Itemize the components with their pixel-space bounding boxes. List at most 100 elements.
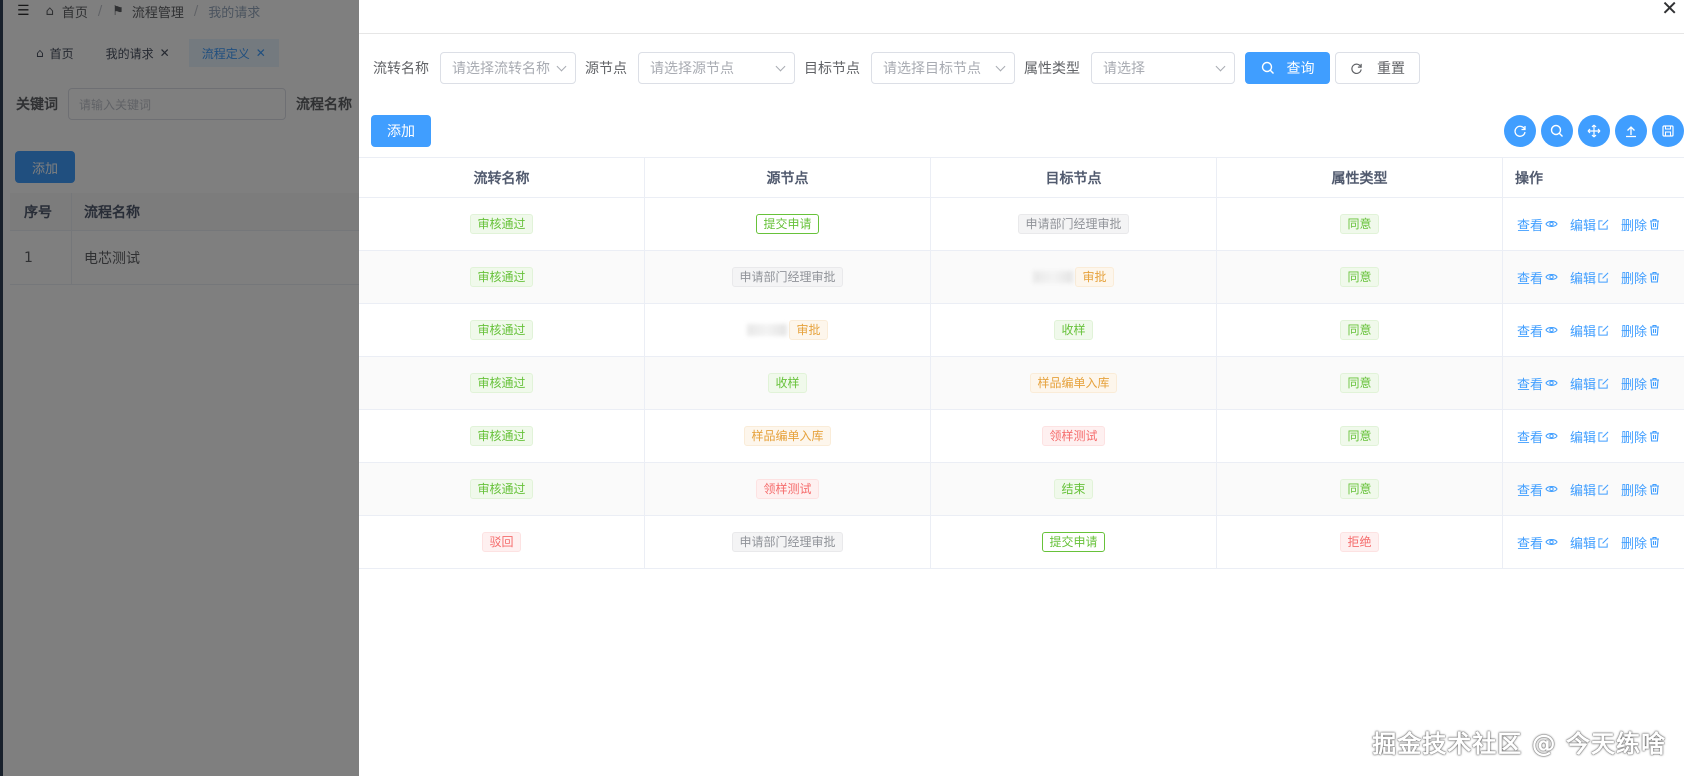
trash-icon bbox=[1650, 271, 1660, 283]
column-header: 操作 bbox=[1515, 170, 1543, 187]
column-header: 属性类型 bbox=[1217, 158, 1503, 197]
column-header: 目标节点 bbox=[931, 158, 1217, 197]
edit-button[interactable]: 编辑 bbox=[1570, 374, 1609, 393]
target-tag: 提交申请 bbox=[1042, 532, 1105, 552]
trash-icon bbox=[1650, 218, 1660, 230]
edit-icon bbox=[1598, 219, 1609, 230]
source-node-select[interactable]: 请选择源节点 bbox=[638, 52, 795, 84]
refresh-button[interactable] bbox=[1504, 115, 1536, 147]
move-button[interactable] bbox=[1578, 115, 1610, 147]
edit-button[interactable]: 编辑 bbox=[1570, 215, 1609, 234]
table-cell: 样品编单入库 bbox=[931, 357, 1217, 409]
table-row[interactable]: 审核通过 审批 收样 同意 查看 编辑 删除 bbox=[359, 304, 1684, 357]
view-button[interactable]: 查看 bbox=[1517, 268, 1558, 287]
type-tag: 同意 bbox=[1340, 373, 1379, 393]
filter-label: 目标节点 bbox=[804, 61, 860, 77]
column-header: 流转名称 bbox=[359, 158, 645, 197]
edit-label: 编辑 bbox=[1570, 218, 1597, 234]
transition-drawer: ✕ 流转名称 请选择流转名称 源节点 请选择源节点 目标节点 请选择目标节点 属… bbox=[359, 0, 1684, 776]
table-row[interactable]: 审核通过 领样测试 结束 同意 查看 编辑 删除 bbox=[359, 463, 1684, 516]
type-tag: 同意 bbox=[1340, 267, 1379, 287]
view-button[interactable]: 查看 bbox=[1517, 215, 1558, 234]
chevron-down-icon bbox=[995, 61, 1006, 71]
eye-icon bbox=[1545, 274, 1558, 280]
select-placeholder: 请选择源节点 bbox=[650, 61, 734, 77]
actions-cell: 查看 编辑 删除 bbox=[1503, 410, 1684, 462]
name-tag: 审核通过 bbox=[470, 373, 533, 393]
edit-button[interactable]: 编辑 bbox=[1570, 268, 1609, 287]
type-tag: 同意 bbox=[1340, 426, 1379, 446]
edit-button[interactable]: 编辑 bbox=[1570, 480, 1609, 499]
view-button[interactable]: 查看 bbox=[1517, 321, 1558, 340]
toggle-search-button[interactable] bbox=[1541, 115, 1573, 147]
actions-cell: 查看 编辑 删除 bbox=[1503, 463, 1684, 515]
source-tag: 提交申请 bbox=[756, 214, 819, 234]
view-button[interactable]: 查看 bbox=[1517, 533, 1558, 552]
edit-button[interactable]: 编辑 bbox=[1570, 427, 1609, 446]
trash-icon bbox=[1650, 483, 1660, 495]
upload-button[interactable] bbox=[1615, 115, 1647, 147]
reset-button[interactable]: 重置 bbox=[1335, 52, 1420, 84]
delete-button[interactable]: 删除 bbox=[1621, 374, 1660, 393]
view-label: 查看 bbox=[1517, 377, 1544, 393]
redacted-text bbox=[1033, 271, 1074, 283]
delete-button[interactable]: 删除 bbox=[1621, 321, 1660, 340]
search-icon bbox=[1550, 124, 1563, 137]
table-row[interactable]: 审核通过 样品编单入库 领样测试 同意 查看 编辑 删除 bbox=[359, 410, 1684, 463]
add-button[interactable]: 添加 bbox=[371, 115, 431, 147]
view-label: 查看 bbox=[1517, 324, 1544, 340]
view-button[interactable]: 查看 bbox=[1517, 374, 1558, 393]
table-row[interactable]: 驳回 申请部门经理审批 提交申请 拒绝 查看 编辑 删除 bbox=[359, 516, 1684, 569]
transition-name-select[interactable]: 请选择流转名称 bbox=[440, 52, 576, 84]
delete-label: 删除 bbox=[1621, 218, 1648, 234]
source-tag: 样品编单入库 bbox=[744, 426, 831, 446]
select-placeholder: 请选择目标节点 bbox=[883, 61, 981, 77]
delete-label: 删除 bbox=[1621, 536, 1648, 552]
delete-button[interactable]: 删除 bbox=[1621, 427, 1660, 446]
table-row[interactable]: 审核通过 申请部门经理审批 审批 同意 查看 编辑 删除 bbox=[359, 251, 1684, 304]
edit-label: 编辑 bbox=[1570, 536, 1597, 552]
actions-cell: 查看 编辑 删除 bbox=[1503, 516, 1684, 568]
table-row[interactable]: 审核通过 提交申请 申请部门经理审批 同意 查看 编辑 删除 bbox=[359, 198, 1684, 251]
delete-button[interactable]: 删除 bbox=[1621, 215, 1660, 234]
name-tag: 审核通过 bbox=[470, 214, 533, 234]
save-button[interactable] bbox=[1652, 115, 1684, 147]
delete-button[interactable]: 删除 bbox=[1621, 533, 1660, 552]
source-tag: 审批 bbox=[789, 320, 828, 340]
table-cell: 申请部门经理审批 bbox=[645, 516, 931, 568]
eye-icon bbox=[1545, 221, 1558, 227]
edit-button[interactable]: 编辑 bbox=[1570, 321, 1609, 340]
edit-button[interactable]: 编辑 bbox=[1570, 533, 1609, 552]
close-icon[interactable]: ✕ bbox=[1661, 0, 1678, 18]
table-cell: 申请部门经理审批 bbox=[931, 198, 1217, 250]
type-tag: 拒绝 bbox=[1340, 532, 1379, 552]
chevron-down-icon bbox=[1215, 61, 1226, 71]
name-tag: 审核通过 bbox=[470, 479, 533, 499]
view-button[interactable]: 查看 bbox=[1517, 480, 1558, 499]
reset-label: 重置 bbox=[1377, 61, 1405, 77]
table-cell: 同意 bbox=[1217, 357, 1503, 409]
actions-cell: 查看 编辑 删除 bbox=[1503, 198, 1684, 250]
source-tag: 收样 bbox=[768, 373, 807, 393]
edit-label: 编辑 bbox=[1570, 430, 1597, 446]
attribute-type-select[interactable]: 请选择 bbox=[1091, 52, 1235, 84]
view-label: 查看 bbox=[1517, 536, 1544, 552]
edit-label: 编辑 bbox=[1570, 483, 1597, 499]
refresh-icon bbox=[1514, 125, 1526, 137]
trash-icon bbox=[1650, 377, 1660, 389]
filter-label: 流转名称 bbox=[373, 61, 429, 77]
delete-button[interactable]: 删除 bbox=[1621, 268, 1660, 287]
column-header: 源节点 bbox=[645, 158, 931, 197]
table-row[interactable]: 审核通过 收样 样品编单入库 同意 查看 编辑 删除 bbox=[359, 357, 1684, 410]
eye-icon bbox=[1545, 433, 1558, 439]
table-cell: 同意 bbox=[1217, 198, 1503, 250]
upload-icon bbox=[1626, 126, 1636, 138]
table-cell: 同意 bbox=[1217, 304, 1503, 356]
target-node-select[interactable]: 请选择目标节点 bbox=[871, 52, 1015, 84]
query-button[interactable]: 查询 bbox=[1245, 52, 1330, 84]
table-cell: 同意 bbox=[1217, 251, 1503, 303]
table-cell: 提交申请 bbox=[931, 516, 1217, 568]
delete-button[interactable]: 删除 bbox=[1621, 480, 1660, 499]
refresh-icon bbox=[1351, 63, 1362, 74]
view-button[interactable]: 查看 bbox=[1517, 427, 1558, 446]
